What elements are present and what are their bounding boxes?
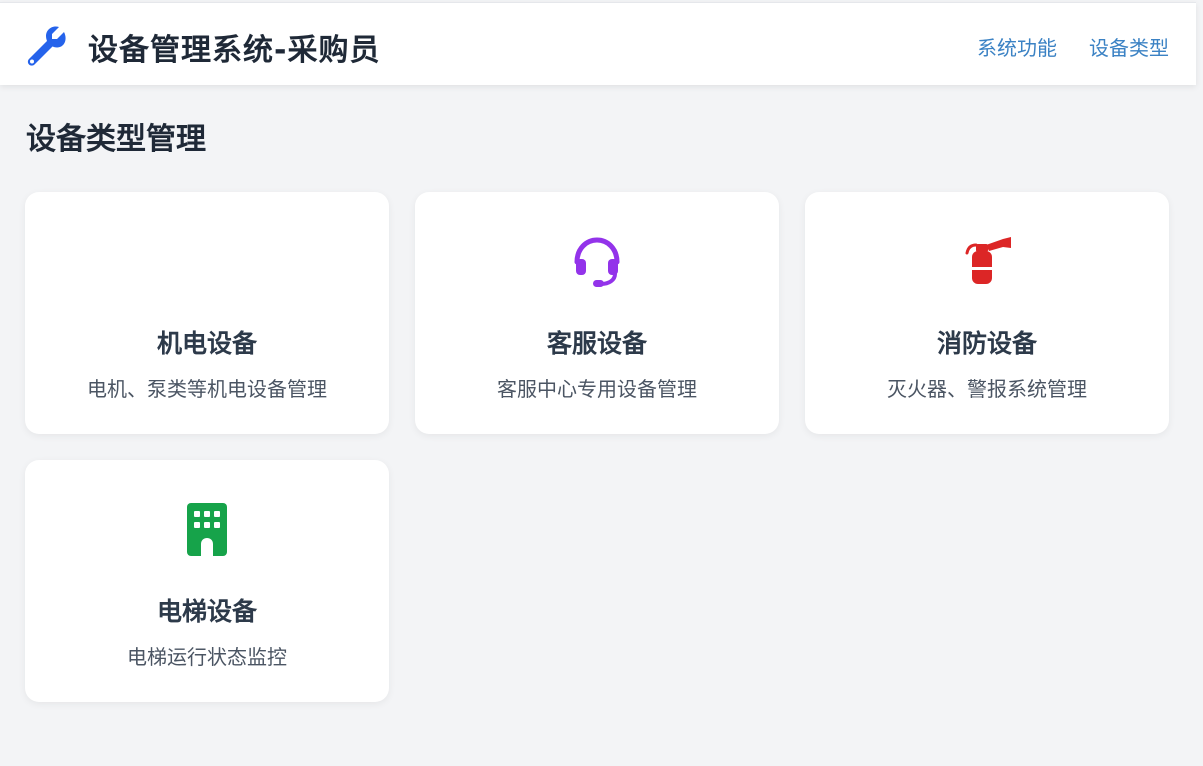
app-title: 设备管理系统-采购员: [88, 33, 381, 68]
device-type-card-elevator[interactable]: 电梯设备 电梯运行状态监控: [25, 460, 389, 702]
card-icon-placeholder: [25, 234, 389, 290]
card-title: 消防设备: [936, 329, 1037, 358]
fire-extinguisher-icon: [959, 232, 1015, 292]
device-type-card-customer-service[interactable]: 客服设备 客服中心专用设备管理: [415, 192, 779, 434]
nav-link-system-functions[interactable]: 系统功能: [977, 32, 1057, 61]
device-type-card-mechanical[interactable]: 机电设备 电机、泵类等机电设备管理: [25, 192, 389, 434]
building-icon: [179, 500, 235, 560]
card-description: 客服中心专用设备管理: [497, 377, 697, 401]
card-title: 机电设备: [156, 329, 257, 358]
nav-link-device-types[interactable]: 设备类型: [1089, 32, 1169, 61]
header-nav: 系统功能 设备类型: [977, 32, 1169, 61]
page-title: 设备类型管理: [26, 122, 206, 157]
card-description: 电机、泵类等机电设备管理: [87, 377, 327, 401]
card-description: 电梯运行状态监控: [127, 645, 287, 669]
headset-icon: [569, 232, 625, 292]
top-navbar: 设备管理系统-采购员 系统功能 设备类型: [0, 2, 1196, 85]
wrench-icon: [24, 23, 68, 67]
device-type-card-fire[interactable]: 消防设备 灭火器、警报系统管理: [805, 192, 1169, 434]
card-description: 灭火器、警报系统管理: [887, 377, 1087, 401]
card-title: 客服设备: [546, 329, 647, 358]
card-title: 电梯设备: [156, 597, 257, 626]
